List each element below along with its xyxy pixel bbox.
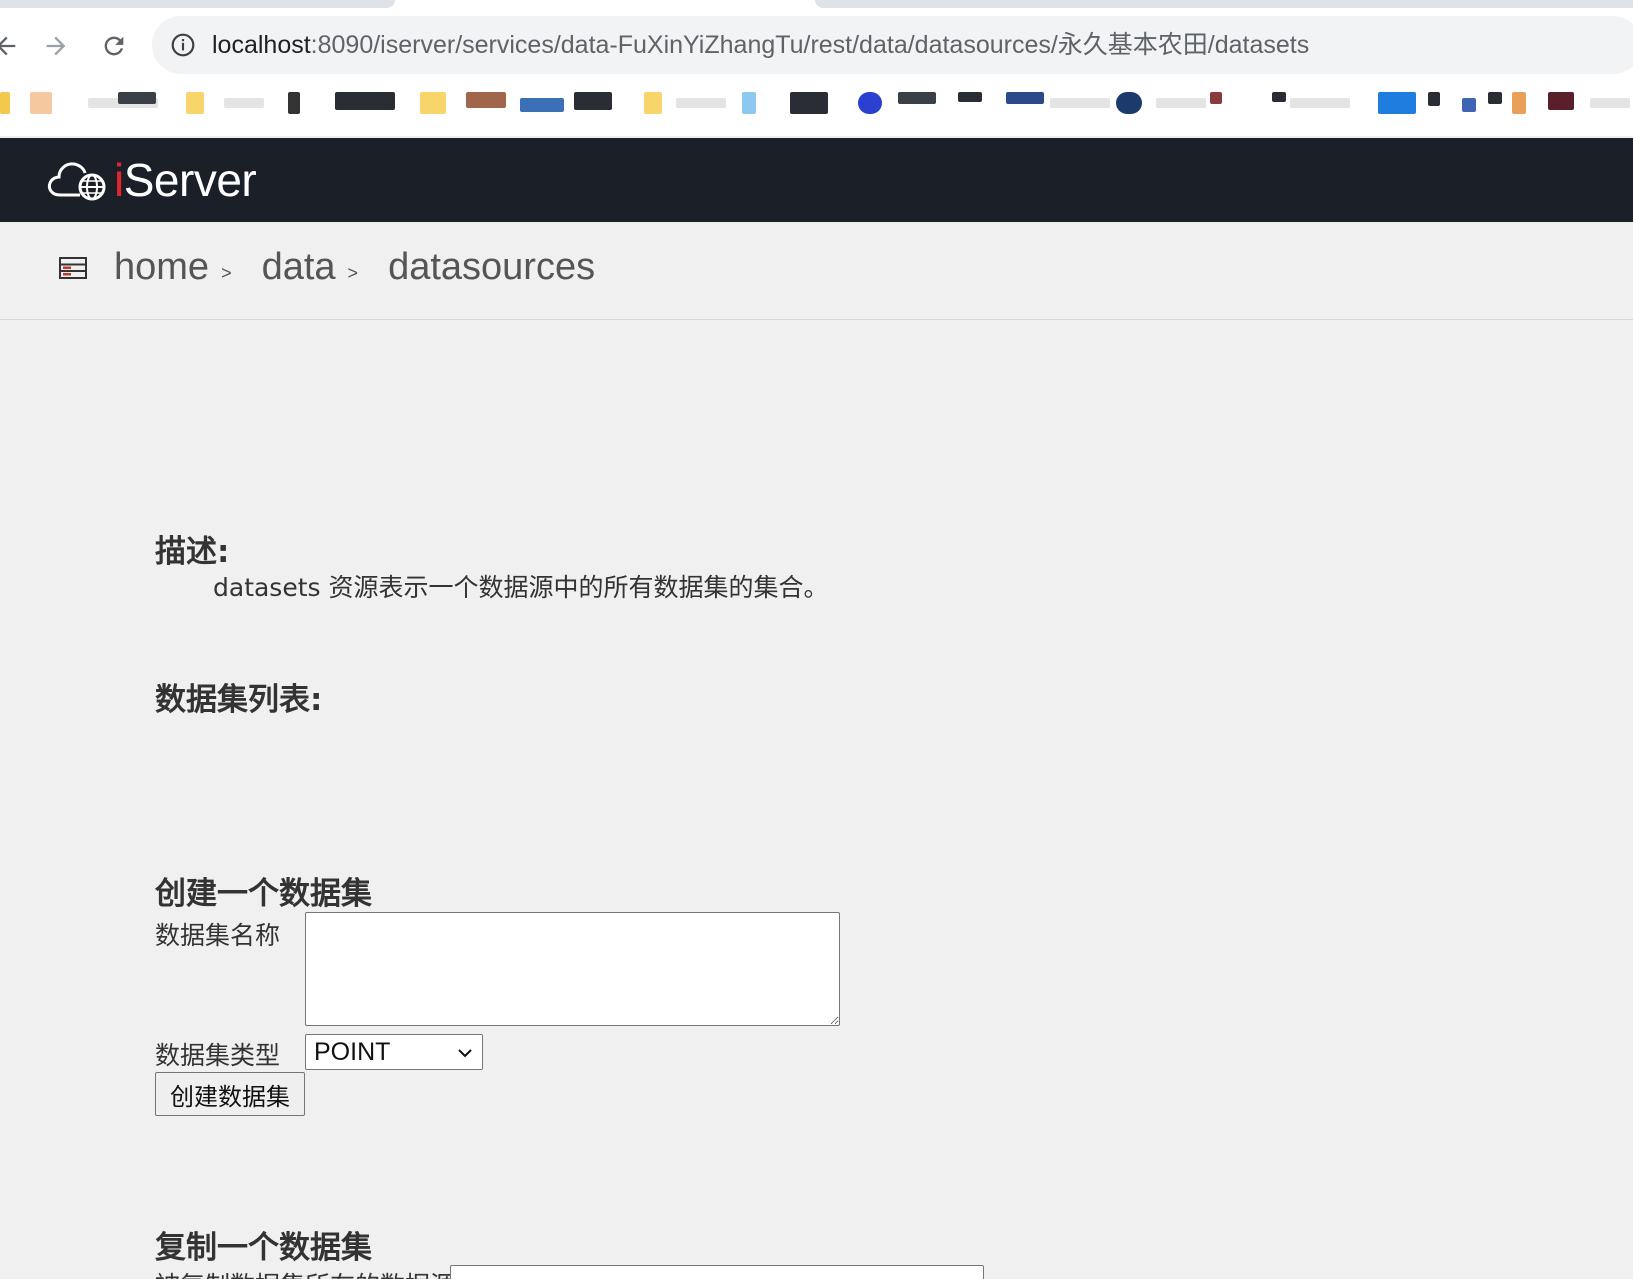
browser-tab[interactable] — [815, 0, 1633, 8]
info-icon[interactable] — [170, 32, 196, 58]
breadcrumb: home > data > datasources — [58, 246, 595, 289]
bookmark-icon[interactable] — [30, 92, 52, 114]
copy-source-datasource-input[interactable] — [450, 1265, 984, 1279]
bookmark-icon[interactable] — [1462, 98, 1476, 112]
arrow-right-icon — [46, 36, 66, 56]
bookmark-icon[interactable] — [335, 92, 395, 110]
reload-icon — [104, 36, 124, 56]
bookmark-icon[interactable] — [1512, 92, 1526, 114]
bookmarks-bar — [0, 78, 1633, 136]
browser-tab[interactable] — [0, 0, 395, 8]
breadcrumb-data-link[interactable]: data — [262, 246, 336, 289]
bookmark-folder-icon[interactable] — [644, 92, 662, 114]
bookmark-folder-icon[interactable] — [186, 92, 204, 114]
description-title: 描述: — [155, 534, 230, 570]
cloud-globe-icon — [47, 162, 106, 201]
bookmark-folder-icon[interactable] — [420, 92, 446, 114]
bookmark-icon[interactable] — [574, 92, 612, 110]
copy-dataset-title: 复制一个数据集 — [155, 1230, 372, 1266]
server-list-icon — [59, 256, 87, 279]
dataset-name-textarea[interactable] — [305, 912, 840, 1026]
bookmark-icon[interactable] — [520, 98, 564, 112]
breadcrumb-separator: > — [221, 263, 232, 283]
breadcrumb-bar: home > data > datasources — [0, 222, 1633, 320]
app-header: iServer — [0, 138, 1633, 222]
description-text: datasets 资源表示一个数据源中的所有数据集的集合。 — [213, 573, 829, 602]
arrow-left-icon — [0, 36, 16, 56]
bookmark-icon[interactable] — [288, 92, 300, 114]
logo-text-rest: Server — [123, 154, 257, 206]
baidu-icon[interactable] — [858, 92, 882, 114]
bookmark-icon[interactable] — [1548, 92, 1574, 110]
breadcrumb-separator: > — [347, 263, 359, 283]
breadcrumb-home-link[interactable]: home — [114, 246, 209, 289]
bookmark-icon[interactable] — [1272, 92, 1286, 102]
dataset-type-select[interactable]: POINT — [305, 1034, 483, 1070]
dataset-type-label: 数据集类型 — [155, 1041, 281, 1070]
browser-tabstrip — [0, 0, 1633, 14]
forward-button[interactable] — [36, 26, 76, 66]
dataset-type-selected-value: POINT — [314, 1037, 391, 1066]
breadcrumb-current: datasources — [388, 246, 596, 288]
url-host: localhost — [212, 31, 311, 59]
bookmark-icon[interactable] — [742, 92, 756, 114]
logo-text-i: i — [114, 154, 124, 206]
bookmark-icon[interactable] — [1378, 92, 1416, 114]
reload-button[interactable] — [94, 26, 134, 66]
browser-toolbar: localhost:8090/iserver/services/data-FuX… — [0, 14, 1633, 78]
copy-source-datasource-label: 被复制数据集所在的数据源 — [155, 1266, 455, 1279]
bookmark-icon[interactable] — [118, 92, 156, 104]
bookmark-icon[interactable] — [958, 92, 982, 102]
bookmark-icon[interactable] — [1006, 92, 1044, 104]
bookmark-icon[interactable] — [1210, 92, 1222, 104]
url-path: :8090/iserver/services/data-FuXinYiZhang… — [310, 31, 1310, 59]
bookmark-icon[interactable] — [1116, 92, 1142, 114]
address-bar[interactable]: localhost:8090/iserver/services/data-FuX… — [152, 16, 1633, 74]
url-text[interactable]: localhost:8090/iserver/services/data-FuX… — [212, 29, 1309, 61]
iserver-logo[interactable]: iServer — [46, 152, 257, 208]
dataset-name-label: 数据集名称 — [155, 921, 281, 950]
bookmark-folder-icon[interactable] — [0, 92, 10, 114]
dataset-list-title: 数据集列表: — [155, 682, 323, 718]
logo-text: iServer — [114, 153, 257, 207]
chevron-down-icon — [458, 1049, 472, 1058]
bookmark-icon[interactable] — [466, 92, 506, 108]
bookmark-icon[interactable] — [1428, 92, 1440, 106]
create-dataset-button[interactable]: 创建数据集 — [155, 1072, 305, 1116]
bookmark-icon[interactable] — [898, 92, 936, 104]
back-button[interactable] — [0, 26, 26, 66]
create-dataset-title: 创建一个数据集 — [155, 876, 372, 912]
bookmark-icon[interactable] — [1488, 92, 1502, 104]
bookmark-icon[interactable] — [790, 92, 828, 114]
